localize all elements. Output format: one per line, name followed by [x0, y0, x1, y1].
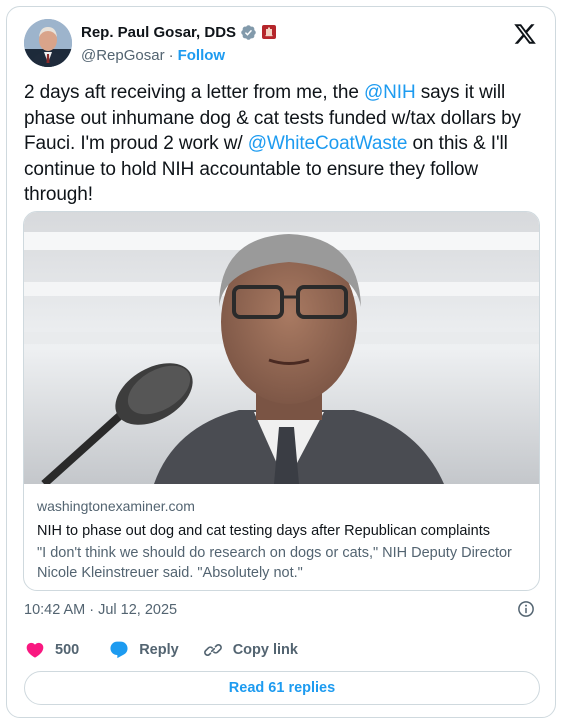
handle-row: @RepGosar · Follow — [81, 45, 225, 65]
link-headline: NIH to phase out dog and cat testing day… — [37, 523, 490, 539]
read-replies-button[interactable]: Read 61 replies — [24, 671, 540, 705]
like-count: 500 — [55, 642, 80, 658]
display-name[interactable]: Rep. Paul Gosar, DDS — [81, 24, 236, 41]
copy-link-button[interactable]: Copy link — [203, 640, 298, 660]
mention-nih[interactable]: @NIH — [364, 82, 416, 103]
name-row: Rep. Paul Gosar, DDS — [81, 22, 277, 42]
government-affiliation-icon — [262, 25, 277, 39]
mention-whitecoatwaste[interactable]: @WhiteCoatWaste — [248, 133, 408, 154]
heart-icon — [26, 642, 44, 658]
avatar[interactable] — [24, 19, 72, 67]
tweet-card: Rep. Paul Gosar, DDS @RepGosar · Follow … — [6, 6, 556, 718]
link-domain: washingtonexaminer.com — [37, 498, 195, 514]
reply-label: Reply — [139, 642, 179, 658]
time: 10:42 AM — [24, 602, 86, 618]
timestamp-separator: · — [89, 602, 95, 618]
copy-link-label: Copy link — [232, 642, 298, 658]
date: Jul 12, 2025 — [98, 602, 178, 618]
verified-badge-icon — [241, 24, 256, 40]
action-bar: 500 Reply Copy link — [25, 638, 298, 662]
reply-button[interactable]: Reply — [109, 640, 179, 660]
like-button[interactable]: 500 — [25, 640, 79, 660]
info-icon[interactable] — [517, 600, 535, 618]
separator: · — [168, 46, 174, 64]
link-icon — [203, 644, 222, 656]
link-description: "I don't think we should do research on … — [37, 545, 512, 581]
link-preview-image — [24, 212, 539, 484]
handle[interactable]: @RepGosar — [81, 47, 165, 64]
link-preview-card[interactable]: washingtonexaminer.com NIH to phase out … — [23, 211, 540, 591]
timestamp[interactable]: 10:42 AM · Jul 12, 2025 — [24, 600, 177, 620]
x-logo-icon[interactable] — [513, 22, 537, 46]
tweet-text: 2 days aft receiving a letter from me, t… — [24, 80, 539, 208]
reply-bubble-icon — [110, 641, 128, 659]
link-meta: washingtonexaminer.com NIH to phase out … — [37, 497, 532, 583]
follow-button[interactable]: Follow — [178, 47, 226, 64]
tweet-text-part: 2 days aft receiving a letter from me, t… — [24, 82, 364, 103]
